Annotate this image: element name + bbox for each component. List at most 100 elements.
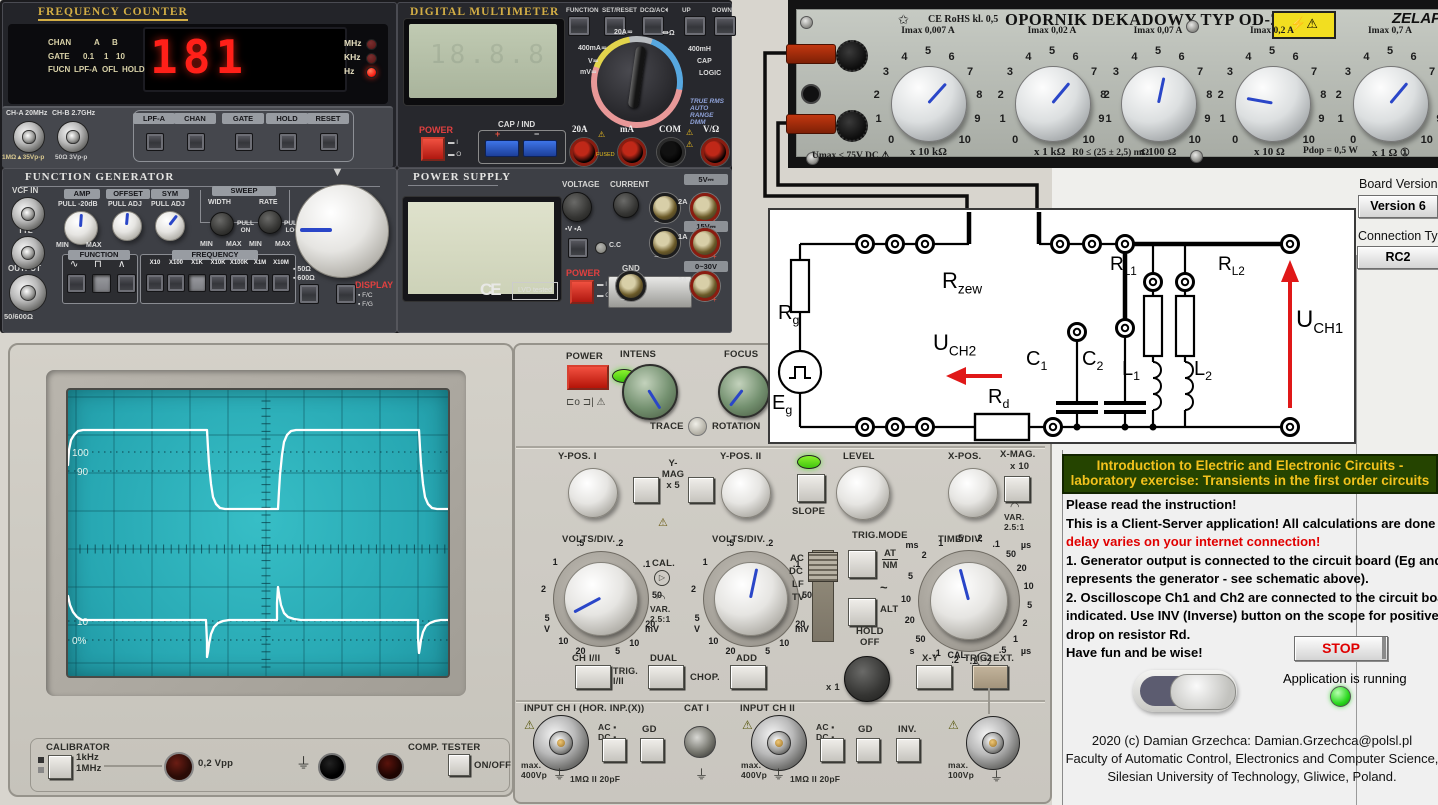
fg-offset-header: OFFSET (106, 189, 150, 199)
sc-slope-button[interactable] (797, 474, 825, 502)
sc-xpos-knob[interactable] (948, 468, 998, 518)
fg-freq-label-X1M: X1M (253, 260, 267, 266)
sc-trace-rotation-screw[interactable] (688, 417, 707, 436)
zelap-knob-0[interactable] (891, 66, 967, 142)
mm-capind-terminal-plus[interactable] (485, 140, 519, 157)
fg-bnc-output[interactable] (9, 274, 47, 312)
mm-jack-3[interactable] (701, 138, 729, 166)
sc-level-knob[interactable] (836, 466, 890, 520)
mm-jack-1[interactable] (618, 138, 646, 166)
connection-type-select[interactable]: RC2 (1357, 246, 1438, 269)
fg-bnc-label-3: 50/600Ω (4, 312, 33, 321)
fg-function-button-0[interactable] (67, 274, 86, 293)
sc-alt-button[interactable] (848, 598, 876, 626)
zelap-socket-0[interactable] (836, 40, 868, 72)
sc-gd1-button[interactable] (640, 738, 664, 762)
sc-ypos1-label: Y-POS. I (558, 451, 597, 462)
mm-power-button[interactable] (421, 137, 445, 161)
sc-atnm-button[interactable] (848, 550, 876, 578)
banana-plug-1[interactable] (786, 44, 836, 64)
sc-trigext-button[interactable] (972, 665, 1008, 689)
run-toggle-knob[interactable] (1170, 674, 1236, 710)
fg-impedance-button[interactable] (299, 284, 319, 304)
zelap-socket-1[interactable] (836, 110, 868, 142)
fg-display-button[interactable] (336, 284, 356, 304)
frequency-counter-title: FREQUENCY COUNTER (38, 6, 188, 21)
ps-output-header-0: 5V⎓ (684, 174, 728, 185)
zelap-knob-1[interactable] (1015, 66, 1091, 142)
comp-tester-label: COMP. TESTER (408, 742, 481, 753)
sc-ymag-button-1[interactable] (633, 477, 659, 503)
fg-freq-button-X1K[interactable] (188, 274, 206, 292)
sc-power-button[interactable] (567, 365, 609, 390)
mm-jack-0[interactable] (570, 138, 598, 166)
sc-volts1-scale-5: .5 (576, 538, 585, 549)
sc-trig-slider-handle[interactable] (808, 552, 838, 582)
fc-bnc-chb[interactable] (57, 121, 89, 153)
ps-va-button[interactable] (568, 238, 588, 258)
sc-focus-knob[interactable] (718, 366, 770, 418)
fg-freq-button-X10K[interactable] (209, 274, 227, 292)
sc-gd2-button[interactable] (856, 738, 880, 762)
cal-tester-jack[interactable] (376, 753, 404, 781)
mm-button-2[interactable] (642, 16, 664, 36)
fg-dial-marker-icon: ▼ (331, 164, 344, 179)
sc-holdoff-knob[interactable] (844, 656, 890, 702)
fg-sym-line: PULL ADJ (151, 201, 185, 208)
board-version-select[interactable]: Version 6 (1358, 195, 1438, 218)
sc-xmag-button[interactable] (1004, 476, 1030, 502)
mm-capind-terminal-minus[interactable] (523, 140, 557, 157)
sc-x1-label: x 1 (826, 682, 840, 693)
fg-bnc-vcf[interactable] (11, 197, 45, 231)
fc-button-RESET[interactable] (320, 133, 338, 151)
fc-button-CHAN[interactable] (187, 133, 205, 151)
sc-cat-jack[interactable] (684, 726, 716, 758)
ps-current-knob[interactable] (613, 192, 639, 218)
fc-button-HOLD[interactable] (279, 133, 297, 151)
calibrator-output-jack[interactable] (164, 752, 194, 782)
ps-power-button[interactable] (570, 280, 594, 304)
fg-freq-button-X100K[interactable] (230, 274, 248, 292)
comp-tester-button[interactable] (448, 754, 470, 776)
fg-sweep-rate-knob[interactable] (258, 210, 282, 234)
fg-sym-knob[interactable] (155, 211, 185, 241)
sc-ypos2-knob[interactable] (721, 468, 771, 518)
mm-button-3[interactable] (684, 16, 706, 36)
fg-freq-button-X10M[interactable] (272, 274, 290, 292)
sc-acdc1-button[interactable] (602, 738, 626, 762)
fc-button-GATE[interactable] (235, 133, 253, 151)
fc-bnc-cha[interactable] (13, 121, 45, 153)
zelap-knob-3[interactable] (1235, 66, 1311, 142)
zelap-knob-4[interactable] (1353, 66, 1429, 142)
fg-sweep-width-knob[interactable] (210, 212, 234, 236)
mm-jack-2[interactable] (657, 138, 685, 166)
sc-inv-button[interactable] (896, 738, 920, 762)
sc-ch12-button[interactable] (575, 665, 611, 689)
sc-volts2-knob[interactable] (714, 562, 788, 636)
mm-jack-label-0: 20A (572, 124, 588, 134)
fg-freq-button-X1M[interactable] (251, 274, 269, 292)
sc-xy-button[interactable] (916, 665, 952, 689)
cal-ground-jack[interactable] (318, 753, 346, 781)
sc-trigext-bnc[interactable] (966, 716, 1020, 770)
sc-dual-button[interactable] (648, 665, 684, 689)
calibrator-freq-button[interactable] (48, 755, 72, 779)
mm-button-0[interactable] (568, 16, 590, 36)
sc-ypos1-knob[interactable] (568, 468, 618, 518)
sc-time-knob[interactable] (930, 562, 1008, 640)
fg-freq-button-X10[interactable] (146, 274, 164, 292)
zelap-knob-2[interactable] (1121, 66, 1197, 142)
sc-acdc2-button[interactable] (820, 738, 844, 762)
banana-plug-2[interactable] (786, 114, 836, 134)
fg-bnc-ttl[interactable] (11, 236, 45, 270)
ps-voltage-knob[interactable] (562, 192, 592, 222)
fg-function-button-1[interactable] (92, 274, 111, 293)
mm-button-4[interactable] (714, 16, 736, 36)
sc-add-button[interactable] (730, 665, 766, 689)
fg-function-button-2[interactable] (117, 274, 136, 293)
fc-button-LPF-A[interactable] (146, 133, 164, 151)
sc-ymag-button-2[interactable] (688, 477, 714, 503)
zelap-aux-jack[interactable] (801, 84, 821, 104)
fg-freq-button-X100[interactable] (167, 274, 185, 292)
calibrator-1khz: 1kHz (76, 752, 99, 763)
